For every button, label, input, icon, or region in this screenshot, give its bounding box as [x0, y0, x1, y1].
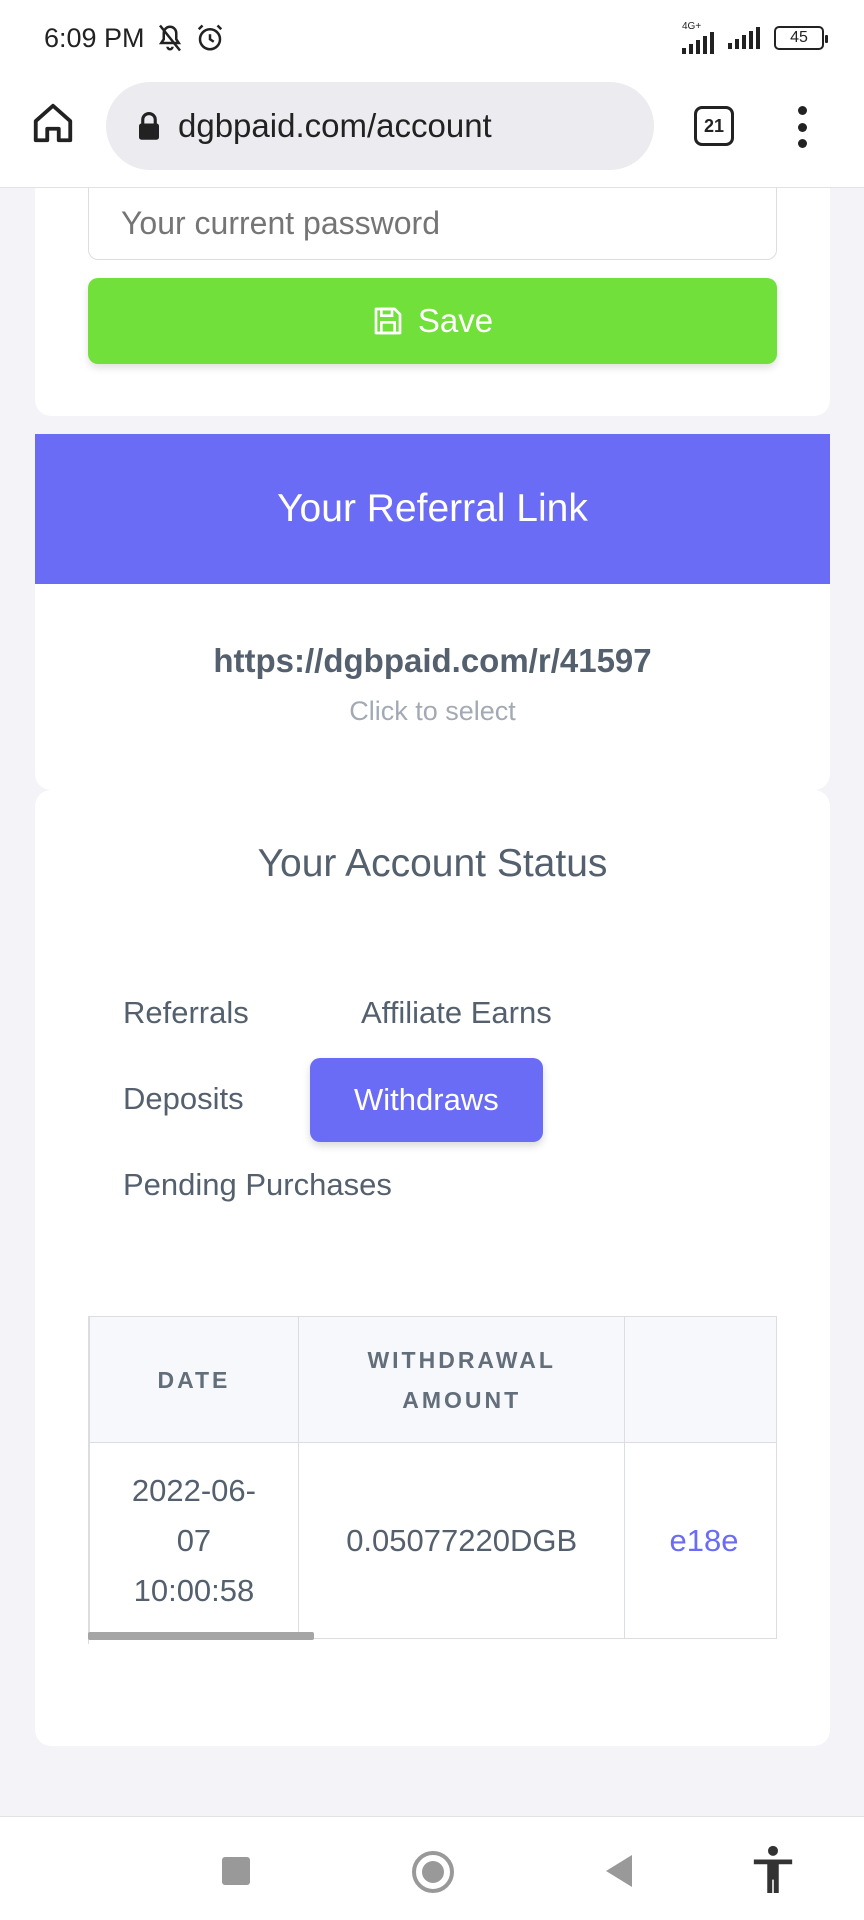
dot-icon: [797, 139, 807, 148]
back-button[interactable]: [606, 1855, 632, 1887]
column-header-withdrawal-amount: WITHDRAWAL AMOUNT: [297, 1316, 626, 1443]
withdrawal-amount-header-text: WITHDRAWAL AMOUNT: [367, 1346, 556, 1413]
signal-icon: [682, 32, 714, 54]
table-horizontal-scrollbar[interactable]: [88, 1632, 314, 1640]
table-row: 2022-06-07 10:00:58 0.05077220DGB e18e: [89, 1442, 777, 1639]
browser-toolbar: dgbpaid.com/account 21: [0, 76, 864, 188]
referral-header: Your Referral Link: [35, 434, 830, 584]
floppy-disk-icon: [374, 307, 402, 335]
battery-level: 45: [790, 29, 808, 46]
tab-count: 21: [703, 115, 725, 136]
account-status-card: Your Account Status Referrals Affiliate …: [35, 790, 830, 1746]
cell-transaction-hash[interactable]: e18e: [624, 1442, 777, 1639]
status-bar: 6:09 PM 4G+ 45: [0, 0, 864, 76]
save-button[interactable]: Save: [88, 278, 777, 364]
referral-title: Your Referral Link: [277, 487, 588, 530]
url-text: dgbpaid.com/account: [178, 107, 492, 144]
dot-icon: [797, 106, 807, 115]
battery-icon: 45: [774, 26, 828, 50]
tab-referrals[interactable]: Referrals: [79, 970, 293, 1056]
tab-affiliate-earns[interactable]: Affiliate Earns: [317, 970, 596, 1056]
current-password-input[interactable]: [88, 188, 777, 260]
status-time: 6:09 PM: [44, 22, 145, 53]
signal-4g: 4G+: [682, 22, 714, 54]
status-left: 6:09 PM: [44, 23, 225, 54]
alarm-icon: [197, 24, 222, 51]
system-navigation-bar: [0, 1816, 864, 1920]
dot-icon: [797, 122, 807, 132]
tab-withdraws[interactable]: Withdraws: [310, 1058, 543, 1142]
referral-link[interactable]: https://dgbpaid.com/r/41597: [35, 642, 830, 680]
status-right: 4G+ 45: [682, 22, 828, 54]
withdrawals-table-container[interactable]: DATE WITHDRAWAL AMOUNT 2022-06-07 10:00:…: [88, 1316, 777, 1644]
bell-off-icon: [158, 24, 181, 52]
column-header-date: DATE: [89, 1316, 299, 1443]
network-type: 4G+: [682, 21, 702, 32]
withdrawals-table: DATE WITHDRAWAL AMOUNT 2022-06-07 10:00:…: [89, 1316, 777, 1639]
cell-amount: 0.05077220DGB: [297, 1442, 626, 1639]
tab-pending-purchases[interactable]: Pending Purchases: [79, 1142, 436, 1228]
tab-switcher-button[interactable]: 21: [694, 106, 734, 146]
referral-hint: Click to select: [349, 696, 516, 726]
accessibility-icon[interactable]: [750, 1845, 796, 1895]
lock-icon: [139, 111, 159, 140]
table-header-row: DATE WITHDRAWAL AMOUNT: [89, 1316, 777, 1443]
account-status-title: Your Account Status: [257, 842, 608, 885]
cell-date-text: 2022-06-07 10:00:58: [131, 1472, 256, 1608]
column-header-transaction: [624, 1316, 777, 1443]
save-label: Save: [417, 302, 494, 339]
tab-deposits[interactable]: Deposits: [79, 1056, 288, 1142]
recent-apps-button[interactable]: [222, 1857, 250, 1885]
overflow-menu-button[interactable]: [790, 102, 814, 152]
home-icon[interactable]: [30, 100, 76, 146]
home-button[interactable]: [412, 1851, 454, 1893]
signal-icon-2: [728, 27, 760, 49]
address-bar[interactable]: dgbpaid.com/account: [106, 82, 654, 170]
cell-date: 2022-06-07 10:00:58: [89, 1442, 299, 1639]
referral-card: Your Referral Link https://dgbpaid.com/r…: [35, 434, 830, 790]
password-card: Save: [35, 188, 830, 416]
